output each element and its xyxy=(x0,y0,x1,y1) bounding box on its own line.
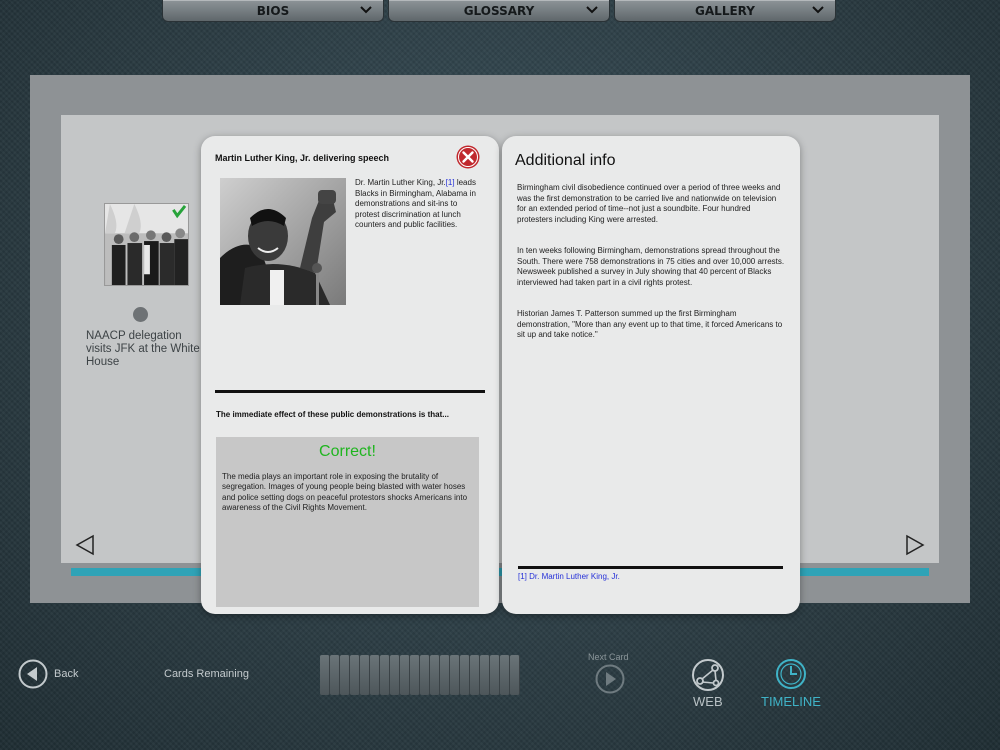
next-arrow-icon[interactable] xyxy=(903,533,927,557)
chevron-down-icon xyxy=(586,6,598,14)
web-icon[interactable] xyxy=(691,658,725,692)
info-title: Additional info xyxy=(515,152,616,169)
cards-remaining-stack xyxy=(320,655,520,695)
back-arrow-icon[interactable] xyxy=(18,659,48,689)
card-divider xyxy=(215,390,485,393)
card-slice xyxy=(350,655,360,695)
web-button-label[interactable]: WEB xyxy=(693,694,723,709)
description-text: Dr. Martin Luther King, Jr. xyxy=(355,178,446,187)
bios-tab-label: BIOS xyxy=(256,3,290,18)
mlk-portrait-image xyxy=(220,178,346,305)
card-slice xyxy=(490,655,500,695)
card-slice xyxy=(440,655,450,695)
card-slice xyxy=(470,655,480,695)
card-slice xyxy=(480,655,490,695)
glossary-tab-label: GLOSSARY xyxy=(463,3,535,18)
info-paragraph: Birmingham civil disobedience continued … xyxy=(517,183,781,224)
timeline-button-label[interactable]: TIMELINE xyxy=(761,694,821,709)
footnote-reference-link[interactable]: [1] xyxy=(446,178,455,187)
timeline-progress-line xyxy=(71,568,929,576)
gallery-tab-label: GALLERY xyxy=(695,3,755,18)
answer-feedback-box: Correct! The media plays an important ro… xyxy=(216,437,479,607)
card-slice xyxy=(390,655,400,695)
card-description: Dr. Martin Luther King, Jr.[1] leads Bla… xyxy=(355,178,483,231)
card-slice xyxy=(500,655,510,695)
card-slice xyxy=(510,655,520,695)
previous-arrow-icon[interactable] xyxy=(73,533,97,557)
additional-info-card: Additional info Birmingham civil disobed… xyxy=(502,136,800,614)
card-slice xyxy=(410,655,420,695)
close-icon[interactable] xyxy=(456,145,480,169)
top-menu: BIOS GLOSSARY GALLERY xyxy=(162,0,836,22)
group-photo-image xyxy=(105,204,188,285)
card-slice xyxy=(450,655,460,695)
card-slice xyxy=(330,655,340,695)
info-paragraph: In ten weeks following Birmingham, demon… xyxy=(517,246,785,287)
bios-menu-tab[interactable]: BIOS xyxy=(162,0,384,22)
chevron-down-icon xyxy=(812,6,824,14)
cards-remaining-label: Cards Remaining xyxy=(164,668,249,680)
card-slice xyxy=(370,655,380,695)
card-slice xyxy=(340,655,350,695)
card-slice xyxy=(360,655,370,695)
timeline-clock-icon[interactable] xyxy=(775,658,807,690)
card-slice xyxy=(380,655,390,695)
back-button-label[interactable]: Back xyxy=(54,668,78,680)
timeline-marker-dot[interactable] xyxy=(133,307,148,322)
answer-explanation: The media plays an important role in exp… xyxy=(222,472,468,513)
footnote-link[interactable]: [1] Dr. Martin Luther King, Jr. xyxy=(518,572,620,581)
question-text: The immediate effect of these public dem… xyxy=(216,410,449,419)
question-card: Martin Luther King, Jr. delivering speec… xyxy=(201,136,499,614)
info-divider xyxy=(518,566,783,569)
card-slice xyxy=(320,655,330,695)
next-card-label: Next Card xyxy=(588,652,629,662)
chevron-down-icon xyxy=(360,6,372,14)
result-label: Correct! xyxy=(319,443,376,460)
next-card-play-icon[interactable] xyxy=(595,664,625,694)
card-slice xyxy=(460,655,470,695)
glossary-menu-tab[interactable]: GLOSSARY xyxy=(388,0,610,22)
gallery-menu-tab[interactable]: GALLERY xyxy=(614,0,836,22)
card-slice xyxy=(400,655,410,695)
card-title: Martin Luther King, Jr. delivering speec… xyxy=(215,153,390,163)
timeline-event-photo[interactable] xyxy=(104,203,189,286)
card-slice xyxy=(430,655,440,695)
info-paragraph: Historian James T. Patterson summed up t… xyxy=(517,309,783,340)
timeline-event-caption: NAACP delegation visits JFK at the White… xyxy=(86,330,200,369)
card-slice xyxy=(420,655,430,695)
